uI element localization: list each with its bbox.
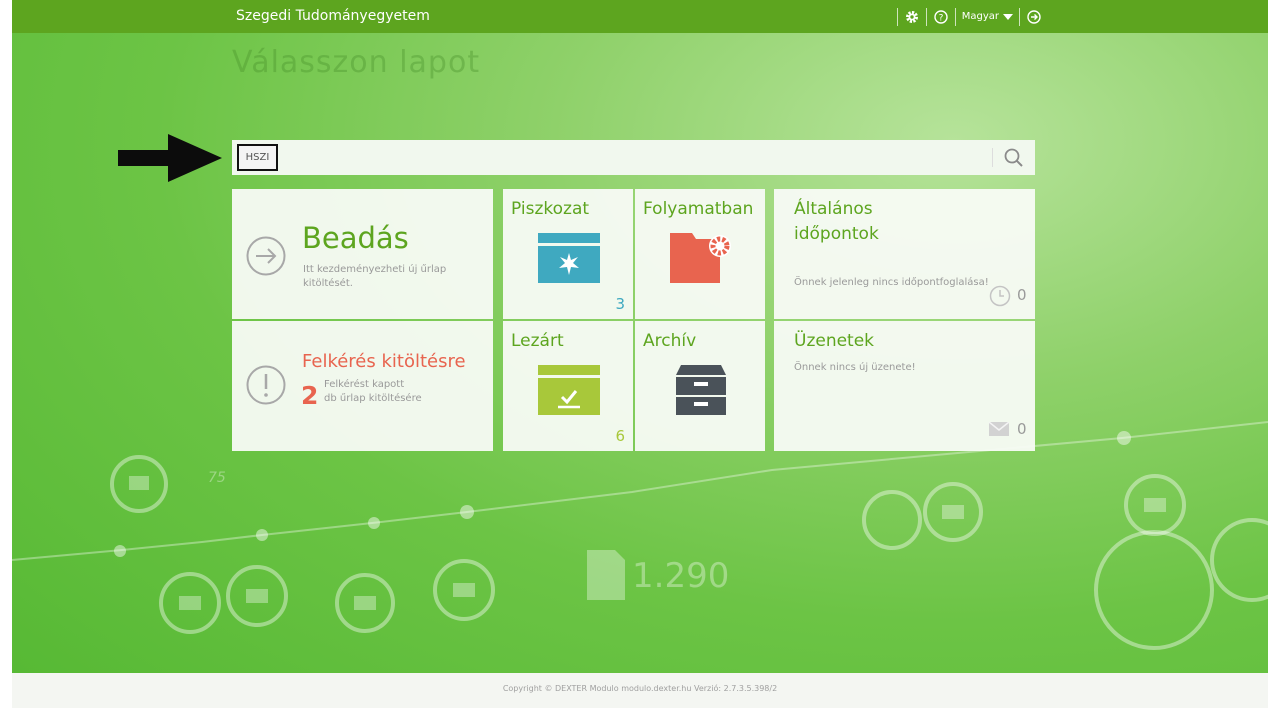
- tile-title: Üzenetek: [794, 331, 875, 351]
- tile-lezart[interactable]: Lezárt 6: [503, 321, 633, 451]
- tile-uzenetek[interactable]: Üzenetek Önnek nincs új üzenete! 0: [774, 321, 1035, 451]
- university-brand[interactable]: Szegedi Tudományegyetem: [236, 8, 430, 24]
- alert-circle-icon: [246, 365, 286, 405]
- tile-archiv[interactable]: Archív: [635, 321, 765, 451]
- draft-folder-icon: [538, 233, 600, 283]
- tile-felkeres[interactable]: Felkérés kitöltésre 2 Felkérést kapott d…: [232, 321, 493, 451]
- top-navigation-bar: Szegedi Tudományegyetem ? Magyar: [12, 0, 1268, 33]
- copyright-text: Copyright © DEXTER Modulo modulo.dexter.…: [502, 684, 778, 693]
- topbar-separator: [954, 7, 956, 26]
- gear-icon[interactable]: [904, 9, 920, 25]
- app-screen: Válasszon lapot 1.290 75 Szegedi Tudomán…: [12, 0, 1268, 708]
- topbar-separator: [925, 7, 927, 26]
- arrow-right-circle-icon: [246, 236, 286, 276]
- tile-count: 3: [615, 295, 625, 313]
- video-frame: Válasszon lapot 1.290 75 Szegedi Tudomán…: [0, 0, 1280, 720]
- tile-title: Piszkozat: [511, 199, 590, 219]
- logout-icon[interactable]: [1026, 9, 1042, 25]
- background-number: 1.290: [632, 556, 730, 596]
- tile-count: 6: [615, 427, 625, 445]
- help-icon[interactable]: ?: [933, 9, 949, 25]
- request-count: 2: [301, 381, 319, 410]
- svg-text:?: ?: [938, 13, 943, 23]
- tile-title: Folyamatban: [643, 199, 754, 219]
- tile-description-line2: db űrlap kitöltésére: [324, 393, 422, 404]
- background-ghost-title: Válasszon lapot: [232, 45, 481, 80]
- tile-title: Archív: [643, 331, 697, 351]
- search-bar: HSZI: [232, 140, 1035, 175]
- tile-description-line1: Felkérést kapott: [324, 379, 405, 390]
- topbar-actions: ? Magyar: [891, 0, 1042, 33]
- topbar-separator: [1019, 7, 1020, 26]
- background-axis-number: 75: [208, 470, 226, 486]
- tile-title-line1: Általános: [794, 199, 873, 219]
- tile-idopontok[interactable]: Általános időpontok Önnek jelenleg nincs…: [774, 189, 1035, 319]
- processing-folder-icon: [670, 233, 731, 283]
- tile-title: Lezárt: [511, 331, 564, 351]
- tile-description: Önnek jelenleg nincs időpontfoglalása!: [794, 277, 989, 288]
- tile-count: 0: [1017, 286, 1027, 304]
- tile-count: 0: [1017, 420, 1027, 438]
- tile-beadas[interactable]: Beadás Itt kezdeményezheti új űrlap kitö…: [232, 189, 493, 319]
- clock-icon: [989, 285, 1011, 307]
- tile-description: Itt kezdeményezheti új űrlap kitöltését.: [303, 264, 447, 289]
- tile-title-line2: időpontok: [794, 224, 879, 244]
- tile-folyamatban[interactable]: Folyamatban: [635, 189, 765, 319]
- caret-down-icon: [1003, 13, 1013, 20]
- envelope-icon: [989, 422, 1009, 436]
- search-input[interactable]: HSZI: [237, 144, 278, 171]
- archive-cabinet-icon: [676, 365, 726, 415]
- footer: Copyright © DEXTER Modulo modulo.dexter.…: [12, 673, 1268, 708]
- annotation-arrow-icon: [118, 134, 222, 182]
- language-selector[interactable]: Magyar: [962, 11, 1013, 22]
- tile-title: Felkérés kitöltésre: [302, 351, 466, 372]
- search-divider: [992, 148, 993, 167]
- topbar-separator: [896, 7, 898, 26]
- tile-description: Önnek nincs új üzenete!: [794, 362, 916, 373]
- language-label: Magyar: [961, 11, 999, 22]
- closed-folder-icon: [538, 365, 600, 415]
- tile-title: Beadás: [302, 221, 409, 255]
- search-icon[interactable]: [1003, 147, 1025, 169]
- tile-piszkozat[interactable]: Piszkozat 3: [503, 189, 633, 319]
